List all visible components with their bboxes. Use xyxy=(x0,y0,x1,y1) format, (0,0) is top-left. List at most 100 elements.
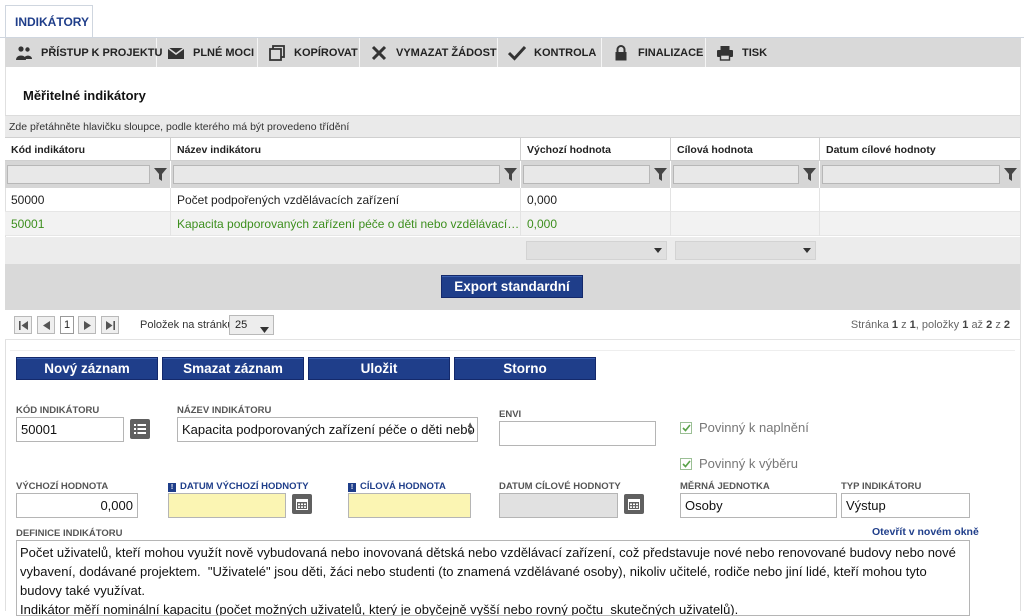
kod-input[interactable]: 50001 xyxy=(16,417,124,442)
filter-icon[interactable] xyxy=(1002,165,1018,184)
cell-cilova xyxy=(671,188,820,212)
grid-header: Kód indikátoru Název indikátoru Výchozí … xyxy=(5,137,1020,162)
finalize-button[interactable]: FINALIZACE xyxy=(602,38,706,67)
vychozi-hodnota-label: VÝCHOZÍ HODNOTA xyxy=(16,481,109,492)
filter-input-vychozi[interactable] xyxy=(523,165,650,184)
aggregate-row xyxy=(5,237,1020,264)
print-label: TISK xyxy=(742,46,768,59)
delete-request-label: VYMAZAT ŽÁDOST xyxy=(396,46,497,59)
filter-input-kod[interactable] xyxy=(7,165,150,184)
printer-icon xyxy=(716,45,734,61)
vychozi-hodnota-input[interactable]: 0,000 xyxy=(16,493,138,518)
access-project-label: PŘÍSTUP K PROJEKTU xyxy=(41,46,163,59)
filter-icon[interactable] xyxy=(801,165,817,184)
chevron-down-icon xyxy=(799,242,815,259)
prev-page-button[interactable] xyxy=(37,316,55,334)
column-header-nazev[interactable]: Název indikátoru xyxy=(171,138,521,162)
povinny-vyberu-checkbox[interactable]: Povinný k výběru xyxy=(680,456,798,471)
scroll-arrows-icon[interactable]: ▲ ▼ xyxy=(466,421,474,437)
cell-datum xyxy=(820,212,1020,236)
typ-indikatoru-input[interactable]: Výstup xyxy=(841,493,970,518)
calendar-icon[interactable] xyxy=(624,494,644,514)
last-page-button[interactable] xyxy=(101,316,119,334)
pager: 1 Položek na stránku 25 Stránka 1 z 1, p… xyxy=(5,310,1020,340)
chevron-down-icon xyxy=(260,321,269,339)
cilova-hodnota-input[interactable] xyxy=(348,493,471,518)
aggregate-select-vychozi[interactable] xyxy=(526,241,667,260)
chevron-down-icon xyxy=(650,242,666,259)
lock-icon xyxy=(612,44,630,61)
filter-row xyxy=(5,161,1020,188)
access-project-button[interactable]: PŘÍSTUP K PROJEKTU xyxy=(5,38,162,67)
column-header-kod[interactable]: Kód indikátoru xyxy=(5,138,171,162)
aggregate-select-cilova[interactable] xyxy=(675,241,816,260)
page-size-label: Položek na stránku xyxy=(140,319,234,331)
divider xyxy=(10,350,1015,351)
export-standard-button[interactable]: Export standardní xyxy=(441,275,583,298)
print-button[interactable]: TISK xyxy=(706,38,776,67)
checkbox-checked-icon xyxy=(680,457,692,470)
typ-indikatoru-label: TYP INDIKÁTORU xyxy=(841,481,922,492)
column-header-datum[interactable]: Datum cílové hodnoty xyxy=(820,138,1020,162)
toolbar: PŘÍSTUP K PROJEKTU PLNÉ MOCI KOPÍROVAT V… xyxy=(5,38,1021,67)
cell-cilova xyxy=(671,212,820,236)
cell-kod: 50000 xyxy=(5,188,171,212)
delete-request-button[interactable]: VYMAZAT ŽÁDOST xyxy=(360,38,498,67)
new-record-button[interactable]: Nový záznam xyxy=(16,357,158,380)
filter-icon[interactable] xyxy=(152,165,168,184)
required-icon: ! xyxy=(168,483,176,492)
filter-icon[interactable] xyxy=(502,165,518,184)
filter-input-datum[interactable] xyxy=(822,165,1000,184)
page-size-select[interactable]: 25 xyxy=(229,315,274,335)
finalize-label: FINALIZACE xyxy=(638,46,704,59)
povinny-naplneni-label: Povinný k naplnění xyxy=(699,420,809,435)
group-drop-area[interactable]: Zde přetáhněte hlavičku sloupce, podle k… xyxy=(5,115,1020,137)
povinny-naplneni-checkbox[interactable]: Povinný k naplnění xyxy=(680,420,809,435)
section-title: Měřitelné indikátory xyxy=(23,88,146,103)
required-icon: ! xyxy=(348,483,356,492)
envi-input[interactable] xyxy=(499,421,656,446)
cell-nazev: Počet podpořených vzdělávacích zařízení xyxy=(171,188,521,212)
first-page-button[interactable] xyxy=(14,316,32,334)
merna-jednotka-input[interactable]: Osoby xyxy=(680,493,837,518)
delete-x-icon xyxy=(370,45,388,61)
copy-label: KOPÍROVAT xyxy=(294,46,358,59)
datum-vychozi-input[interactable] xyxy=(168,493,286,518)
delete-record-button[interactable]: Smazat záznam xyxy=(162,357,304,380)
cell-vychozi: 0,000 xyxy=(521,188,671,212)
table-row[interactable]: 50000 Počet podpořených vzdělávacích zař… xyxy=(5,188,1020,212)
check-button[interactable]: KONTROLA xyxy=(498,38,602,67)
tab-indikatory[interactable]: INDIKÁTORY xyxy=(5,5,93,38)
filter-input-cilova[interactable] xyxy=(673,165,799,184)
page-size-value: 25 xyxy=(235,319,248,331)
cancel-button[interactable]: Storno xyxy=(454,357,596,380)
definice-textarea[interactable]: Počet uživatelů, kteří mohou využít nově… xyxy=(16,540,970,616)
nazev-label: NÁZEV INDIKÁTORU xyxy=(177,405,272,416)
povinny-vyberu-label: Povinný k výběru xyxy=(699,456,798,471)
save-button[interactable]: Uložit xyxy=(308,357,450,380)
copy-icon xyxy=(268,44,286,61)
check-label: KONTROLA xyxy=(534,46,597,59)
column-header-cilova[interactable]: Cílová hodnota xyxy=(671,138,820,162)
merna-jednotka-label: MĚRNÁ JEDNOTKA xyxy=(680,481,770,492)
current-page[interactable]: 1 xyxy=(60,316,74,334)
filter-input-nazev[interactable] xyxy=(173,165,500,184)
nazev-input[interactable]: Kapacita podporovaných zařízení péče o d… xyxy=(177,417,478,442)
next-page-button[interactable] xyxy=(78,316,96,334)
cell-datum xyxy=(820,188,1020,212)
checkmark-icon xyxy=(508,45,526,61)
power-of-attorney-button[interactable]: PLNÉ MOCI xyxy=(157,38,258,67)
datum-vychozi-label: ! DATUM VÝCHOZÍ HODNOTY xyxy=(168,481,309,492)
copy-button[interactable]: KOPÍROVAT xyxy=(258,38,360,67)
cell-vychozi: 0,000 xyxy=(521,212,671,236)
pager-info: Stránka 1 z 1, položky 1 až 2 z 2 xyxy=(850,319,1010,331)
column-header-vychozi[interactable]: Výchozí hodnota xyxy=(521,138,671,162)
power-of-attorney-label: PLNÉ MOCI xyxy=(193,46,255,59)
calendar-icon[interactable] xyxy=(292,494,312,514)
filter-icon[interactable] xyxy=(652,165,668,184)
list-icon[interactable] xyxy=(130,419,150,439)
table-row-selected[interactable]: 50001 Kapacita podporovaných zařízení pé… xyxy=(5,212,1020,236)
export-bar: Export standardní xyxy=(5,264,1020,310)
open-in-new-window-link[interactable]: Otevřít v novém okně xyxy=(872,526,979,538)
nazev-value: Kapacita podporovaných zařízení péče o d… xyxy=(182,422,475,437)
